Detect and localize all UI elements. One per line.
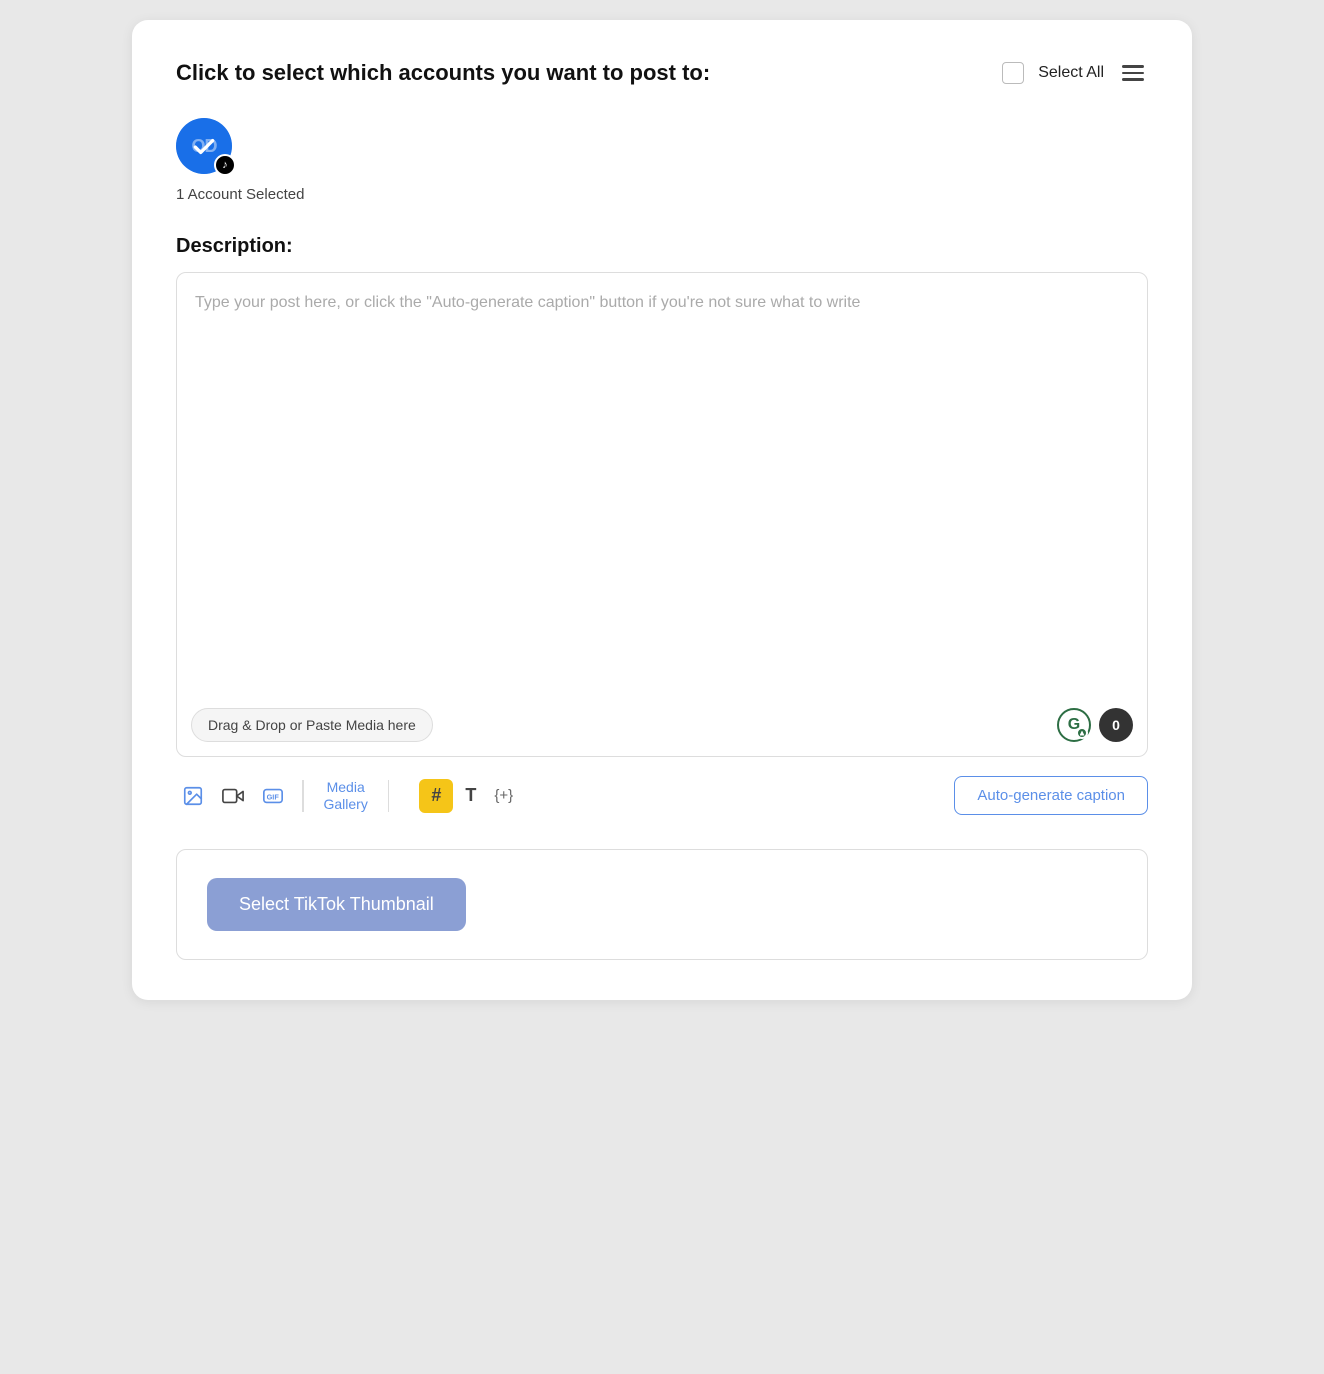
image-upload-button[interactable] — [176, 779, 210, 813]
video-icon — [222, 785, 244, 807]
auto-generate-caption-button[interactable]: Auto-generate caption — [954, 776, 1148, 815]
checkmark-icon — [191, 133, 217, 159]
textarea-bottom: Drag & Drop or Paste Media here G 0 — [177, 698, 1147, 756]
gif-icon: GIF — [262, 785, 284, 807]
account-selected-label: 1 Account Selected — [176, 186, 1148, 203]
drag-drop-button[interactable]: Drag & Drop or Paste Media here — [191, 708, 433, 742]
grammarly-button[interactable]: G — [1057, 708, 1091, 742]
menu-icon[interactable] — [1118, 61, 1148, 85]
grammarly-pencil-dot — [1076, 727, 1088, 739]
header-row: Click to select which accounts you want … — [176, 60, 1148, 86]
textarea-icons: G 0 — [1057, 708, 1133, 742]
image-icon — [182, 785, 204, 807]
emoji-button[interactable] — [401, 790, 413, 802]
platform-badge: ♪ — [214, 154, 236, 176]
svg-text:GIF: GIF — [267, 792, 280, 801]
accounts-row: OD ♪ — [176, 118, 1148, 174]
toolbar-divider-2 — [388, 780, 390, 812]
media-gallery-button[interactable]: Media Gallery — [316, 775, 376, 817]
select-all-checkbox[interactable] — [1002, 62, 1024, 84]
account-avatar[interactable]: OD ♪ — [176, 118, 232, 174]
toolbar: GIF Media Gallery # T {+} — [176, 757, 1148, 817]
post-textarea[interactable] — [177, 273, 1147, 693]
main-card: Click to select which accounts you want … — [132, 20, 1192, 1000]
thumbnail-section: Select TikTok Thumbnail — [176, 849, 1148, 960]
header-actions: Select All — [1002, 61, 1148, 85]
char-count-badge: 0 — [1099, 708, 1133, 742]
gif-upload-button[interactable]: GIF — [256, 779, 290, 813]
select-all-label[interactable]: Select All — [1038, 64, 1104, 82]
description-label: Description: — [176, 235, 1148, 258]
textarea-wrapper: Drag & Drop or Paste Media here G 0 — [176, 272, 1148, 757]
page-title: Click to select which accounts you want … — [176, 60, 710, 86]
toolbar-left: GIF Media Gallery # T {+} — [176, 775, 519, 817]
hashtag-button[interactable]: # — [419, 779, 453, 813]
toolbar-divider — [302, 780, 304, 812]
video-upload-button[interactable] — [216, 779, 250, 813]
text-format-button[interactable]: T — [459, 779, 482, 812]
tiktok-icon: ♪ — [222, 159, 228, 171]
custom-field-button[interactable]: {+} — [488, 781, 519, 810]
select-tiktok-thumbnail-button[interactable]: Select TikTok Thumbnail — [207, 878, 466, 931]
